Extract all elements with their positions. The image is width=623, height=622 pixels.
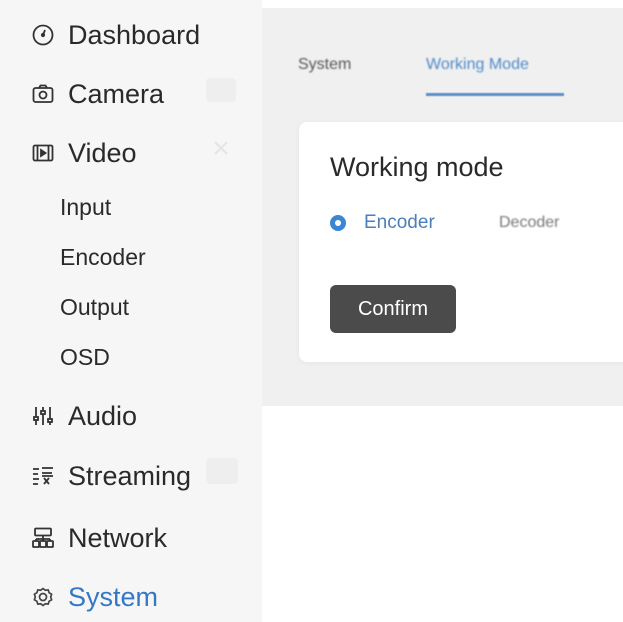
sidebar-subitem-osd[interactable]: OSD — [60, 340, 110, 374]
tab-working-mode[interactable]: Working Mode — [426, 56, 529, 74]
confirm-button[interactable]: Confirm — [330, 285, 456, 333]
sidebar-placeholder — [206, 458, 238, 484]
sidebar-item-video[interactable]: Video — [30, 133, 137, 173]
sidebar-item-network[interactable]: Network — [30, 518, 167, 558]
encoder-radio[interactable]: Encoder — [330, 212, 435, 234]
main-panel: System Working Mode Working mode Encoder… — [262, 0, 623, 406]
gear-icon — [30, 584, 56, 610]
sidebar-placeholder — [206, 78, 236, 102]
sidebar-item-label: System — [68, 581, 159, 612]
sidebar-item-label: Dashboard — [68, 19, 201, 50]
sidebar-item-label: Audio — [68, 400, 138, 431]
radio-label: Decoder — [499, 214, 560, 231]
radio-label: Encoder — [364, 212, 435, 233]
sidebar-item-camera[interactable]: Camera — [30, 74, 164, 114]
sidebar-subitem-output[interactable]: Output — [60, 290, 129, 324]
sidebar-item-dashboard[interactable]: Dashboard — [30, 15, 200, 55]
camera-icon — [30, 81, 56, 107]
decoder-radio[interactable]: Decoder — [499, 214, 559, 232]
sidebar-item-label: Streaming — [68, 460, 192, 491]
video-icon — [30, 140, 56, 166]
sidebar-subitem-input[interactable]: Input — [60, 190, 111, 224]
active-tab-indicator — [426, 93, 564, 96]
top-strip — [262, 0, 623, 8]
streaming-icon — [30, 463, 56, 489]
close-icon: × — [212, 132, 230, 165]
radio-selected-icon — [330, 215, 346, 231]
sidebar-subitem-encoder[interactable]: Encoder — [60, 240, 146, 274]
sidebar-item-label: Camera — [68, 78, 165, 109]
card-title: Working mode — [330, 152, 504, 182]
dashboard-icon — [30, 22, 56, 48]
sidebar-item-system[interactable]: System — [30, 577, 158, 617]
audio-icon — [30, 403, 56, 429]
network-icon — [30, 525, 56, 551]
sidebar-item-audio[interactable]: Audio — [30, 396, 137, 436]
sidebar-item-streaming[interactable]: Streaming — [30, 456, 191, 496]
sidebar-item-label: Video — [68, 137, 137, 168]
tab-system[interactable]: System — [298, 56, 351, 74]
sidebar-item-label: Network — [68, 522, 168, 553]
working-mode-card: Working mode Encoder Decoder Confirm — [299, 122, 623, 362]
sidebar: × Dashboard Camera Video Input Encoder O… — [0, 0, 262, 622]
